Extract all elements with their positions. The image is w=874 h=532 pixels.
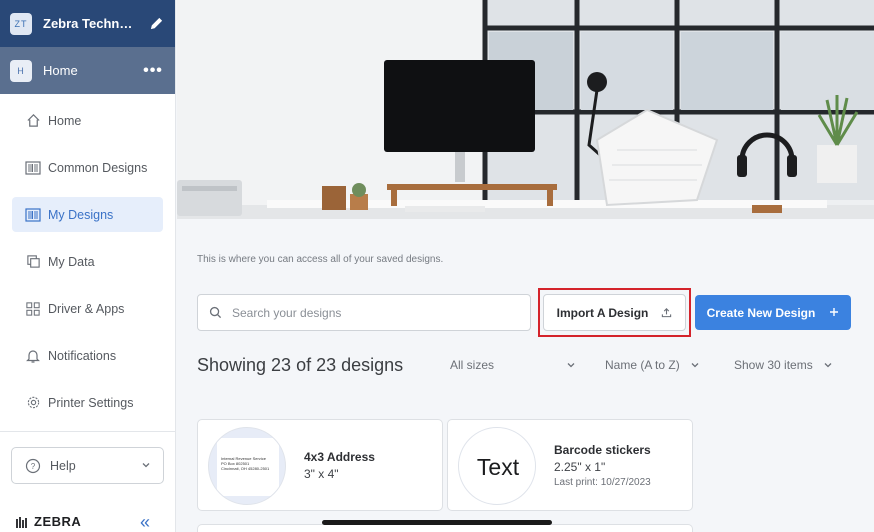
sidebar-item-common-designs[interactable]: Common Designs	[12, 150, 163, 185]
app-root: ZT Zebra Technolog... H Home ••• Home	[0, 0, 874, 532]
sidebar-item-label: Common Designs	[48, 160, 148, 175]
design-card[interactable]	[197, 524, 693, 532]
home-indicator	[322, 520, 552, 525]
design-thumbnail: Internal Revenue Service PO Box 802501 C…	[208, 427, 286, 505]
desk-scene-illustration	[177, 0, 874, 219]
sidebar-nav: Home Common Designs My Designs My Data D…	[0, 94, 175, 420]
sidebar-item-my-data[interactable]: My Data	[12, 244, 163, 279]
size-filter[interactable]: All sizes	[450, 358, 576, 372]
design-card[interactable]: Internal Revenue Service PO Box 802501 C…	[197, 419, 443, 511]
results-count: Showing 23 of 23 designs	[197, 355, 404, 375]
sidebar-item-printer-settings[interactable]: Printer Settings	[12, 385, 163, 420]
sidebar-item-label: Driver & Apps	[48, 301, 125, 316]
design-size: 3" x 4"	[304, 467, 339, 481]
intro-text: This is where you can access all of your…	[197, 254, 444, 265]
sidebar-item-label: Home	[48, 113, 82, 128]
chevron-down-icon	[566, 360, 576, 370]
size-filter-value: All sizes	[450, 358, 495, 372]
help-dropdown[interactable]: ? Help	[11, 447, 164, 484]
design-size: 2.25" x 1"	[554, 460, 606, 474]
create-new-design-button[interactable]: Create New Design	[695, 295, 851, 330]
search-icon	[208, 306, 222, 320]
double-chevron-left-icon[interactable]: «	[140, 512, 150, 532]
brand-name: ZEBRA	[34, 514, 82, 529]
barcode-icon	[24, 206, 42, 224]
design-title: 4x3 Address	[304, 450, 375, 464]
org-name: Zebra Technolog...	[43, 16, 140, 31]
gear-icon	[24, 394, 42, 412]
label-preview-text: Internal Revenue Service PO Box 802501 C…	[221, 456, 281, 471]
chevron-down-icon	[823, 360, 833, 370]
sort-filter[interactable]: Name (A to Z)	[605, 358, 700, 372]
design-card[interactable]: Text Barcode stickers 2.25" x 1" Last pr…	[447, 419, 693, 511]
chevron-down-icon	[690, 360, 700, 370]
help-label: Help	[50, 458, 76, 473]
sidebar-item-home[interactable]: Home	[12, 103, 163, 138]
search-box[interactable]	[197, 294, 531, 331]
zebra-logo: ZEBRA	[16, 514, 81, 529]
workspace-row[interactable]: H Home •••	[0, 47, 175, 94]
search-input[interactable]	[232, 305, 520, 320]
sidebar-item-my-designs[interactable]: My Designs	[12, 197, 163, 232]
design-title: Barcode stickers	[554, 443, 651, 457]
sidebar: ZT Zebra Technolog... H Home ••• Home	[0, 0, 176, 532]
workspace-avatar: H	[10, 59, 32, 82]
hero-image	[177, 0, 874, 219]
per-page-filter[interactable]: Show 30 items	[734, 358, 833, 372]
last-print-date: Last print: 10/27/2023	[554, 477, 651, 488]
sidebar-item-label: My Designs	[48, 207, 114, 222]
thumb-line: Cincinnati, OH 45280-2501	[221, 466, 270, 471]
home-icon	[24, 112, 42, 130]
thumb-text: Text	[459, 428, 535, 504]
create-label: Create New Design	[706, 305, 816, 320]
chevron-down-icon	[141, 459, 151, 473]
more-horizontal-icon[interactable]: •••	[141, 62, 165, 80]
barcode-icon	[24, 159, 42, 177]
plus-icon	[829, 306, 839, 320]
grid-icon	[24, 300, 42, 318]
sidebar-item-label: Notifications	[48, 348, 117, 363]
data-icon	[24, 253, 42, 271]
org-avatar: ZT	[10, 12, 32, 35]
sidebar-item-label: My Data	[48, 254, 95, 269]
zebra-logo-icon	[16, 516, 27, 528]
import-label: Import A Design	[556, 305, 649, 320]
sidebar-item-driver-apps[interactable]: Driver & Apps	[12, 291, 163, 326]
sidebar-item-label: Printer Settings	[48, 395, 134, 410]
sort-filter-value: Name (A to Z)	[605, 358, 680, 372]
sidebar-item-notifications[interactable]: Notifications	[12, 338, 163, 373]
pencil-icon[interactable]	[148, 15, 165, 33]
per-page-value: Show 30 items	[734, 358, 813, 372]
sidebar-divider	[0, 431, 176, 432]
help-circle-icon: ?	[24, 457, 42, 475]
svg-text:?: ?	[31, 462, 36, 471]
workspace-name: Home	[43, 63, 78, 78]
bell-icon	[24, 347, 42, 365]
import-design-button[interactable]: Import A Design	[543, 294, 686, 331]
upload-icon	[660, 307, 672, 319]
org-switcher[interactable]: ZT Zebra Technolog...	[0, 0, 175, 47]
design-thumbnail: Text	[458, 427, 536, 505]
main-content: This is where you can access all of your…	[177, 219, 874, 532]
